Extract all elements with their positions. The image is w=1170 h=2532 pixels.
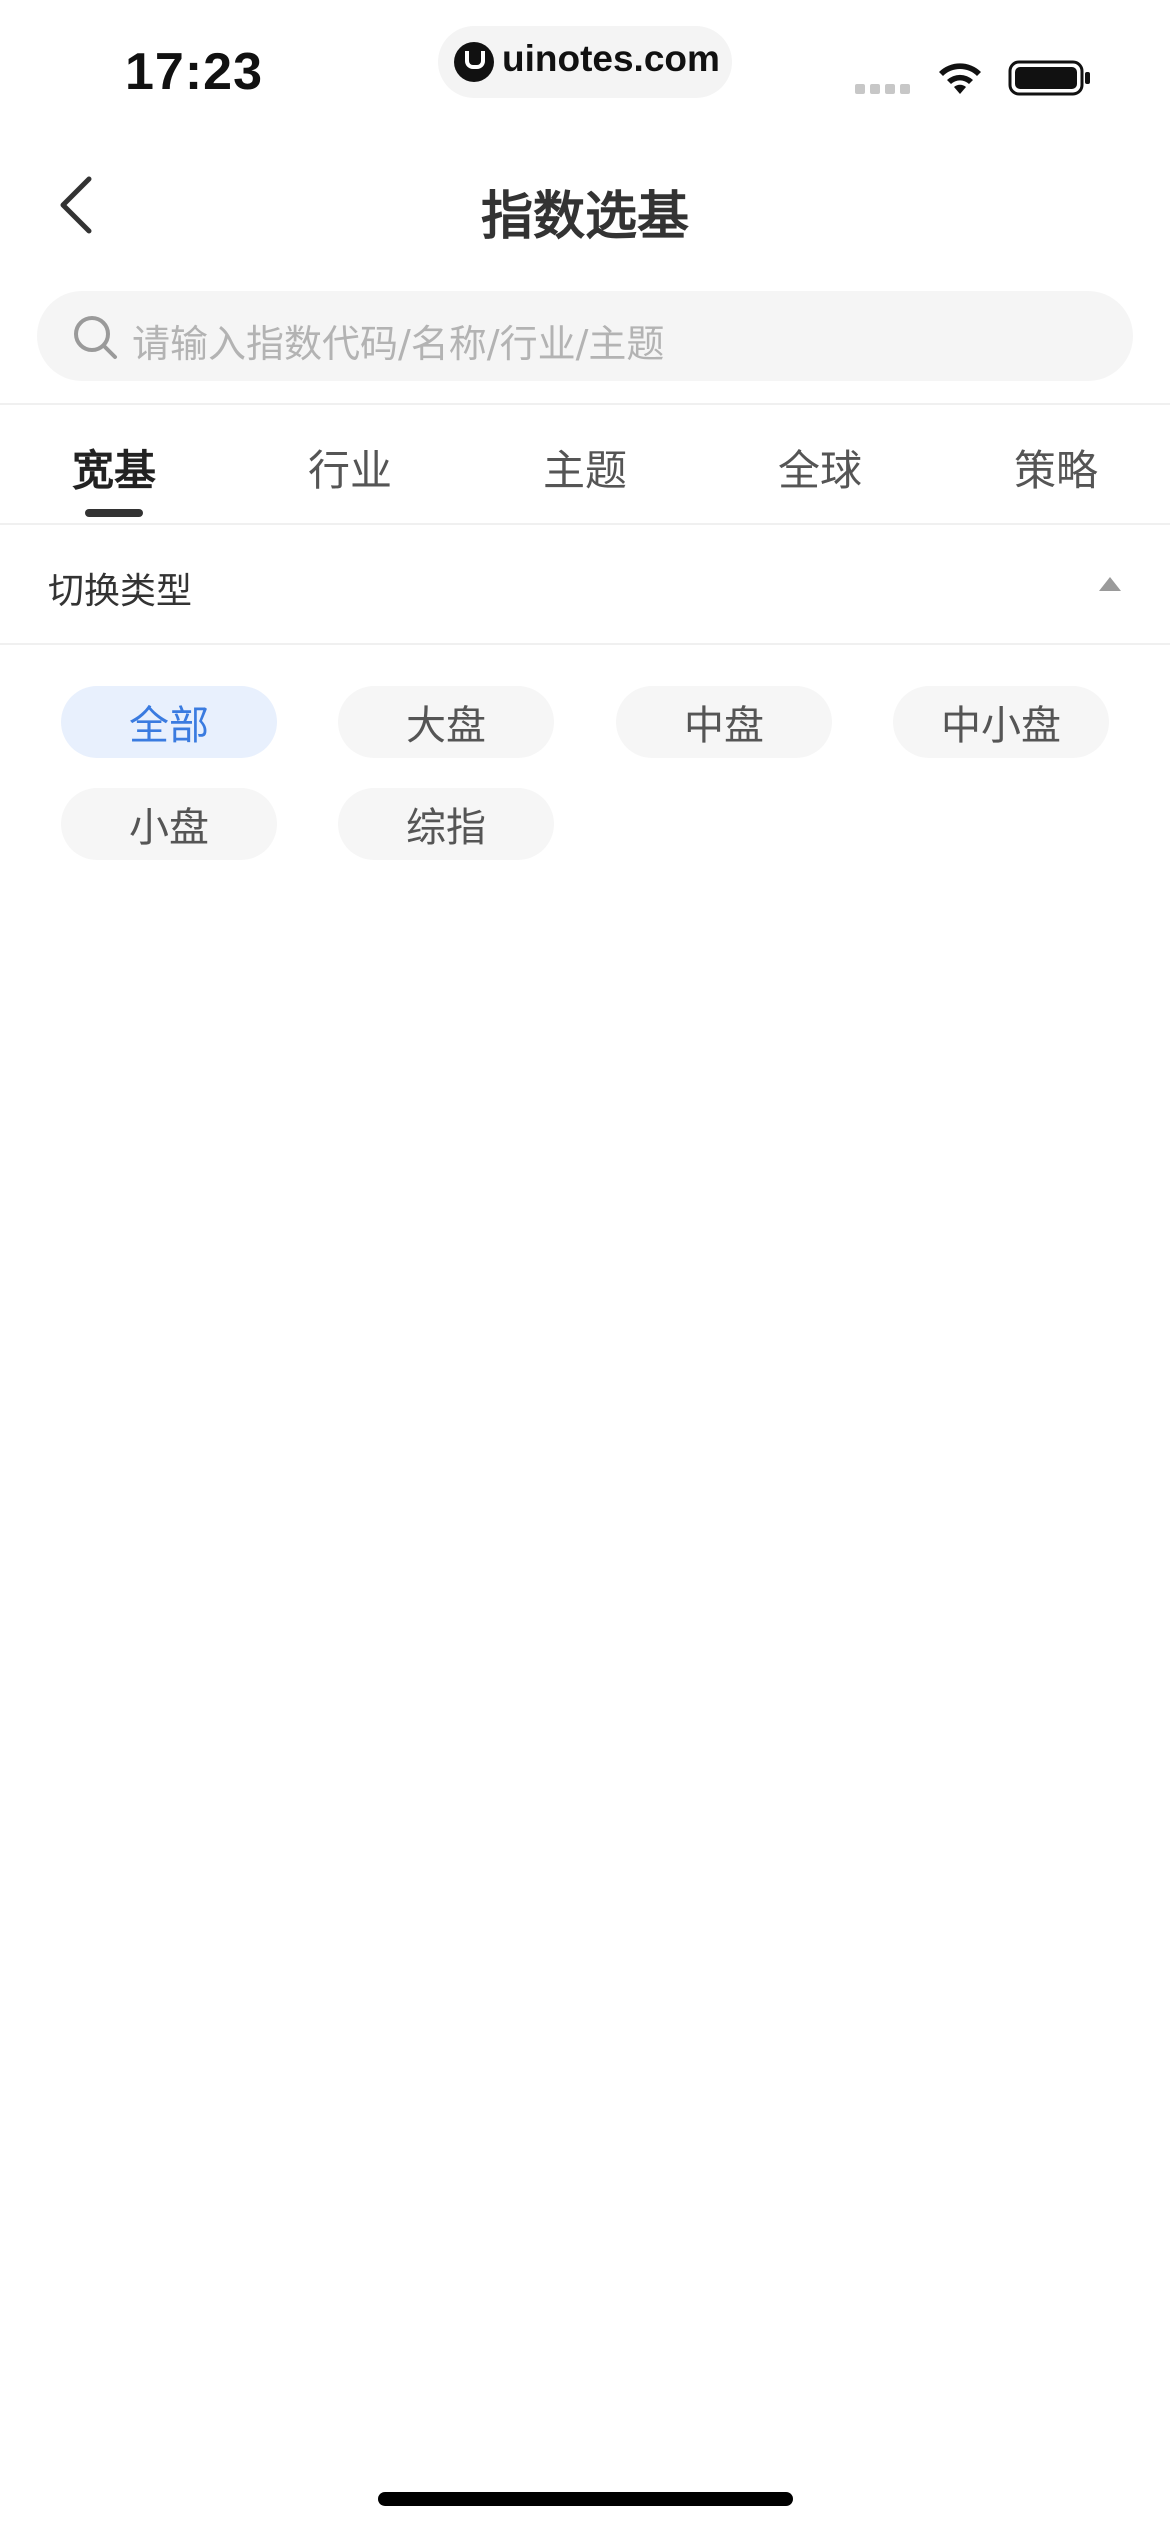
- chip-large-cap[interactable]: 大盘: [338, 686, 554, 758]
- cellular-signal-icon: [855, 84, 910, 94]
- chip-small-mid-cap[interactable]: 中小盘: [893, 686, 1109, 758]
- collapse-toggle[interactable]: [1090, 569, 1130, 599]
- search-icon: [74, 316, 117, 359]
- tab-strategy[interactable]: 策略: [976, 437, 1136, 498]
- status-bar: 17:23 uinotes.com: [0, 0, 1170, 150]
- type-switch-label: 切换类型: [48, 571, 193, 612]
- chip-all[interactable]: 全部: [61, 686, 277, 758]
- type-switch-row[interactable]: 切换类型: [0, 525, 1170, 643]
- watermark-text: uinotes.com: [502, 38, 720, 79]
- battery-icon: [1008, 60, 1090, 96]
- search-placeholder: 请输入指数代码/名称/行业/主题: [132, 322, 665, 366]
- active-tab-indicator: [85, 509, 143, 517]
- category-tabs: 宽基 行业 主题 全球 策略: [0, 405, 1170, 523]
- tab-theme[interactable]: 主题: [505, 437, 665, 498]
- page-title: 指数选基: [480, 187, 689, 247]
- search-input[interactable]: 请输入指数代码/名称/行业/主题: [37, 291, 1133, 381]
- divider: [0, 643, 1170, 645]
- chip-composite[interactable]: 综指: [338, 788, 554, 860]
- tab-global[interactable]: 全球: [740, 437, 900, 498]
- home-indicator: [378, 2492, 793, 2506]
- tab-broad-base[interactable]: 宽基: [34, 437, 194, 498]
- tab-industry[interactable]: 行业: [270, 437, 430, 498]
- chip-small-cap[interactable]: 小盘: [61, 788, 277, 860]
- watermark-badge: uinotes.com: [438, 26, 732, 98]
- watermark-logo-icon: [454, 42, 494, 82]
- chip-mid-cap[interactable]: 中盘: [616, 686, 832, 758]
- triangle-up-icon: [1099, 577, 1121, 591]
- wifi-icon: [939, 63, 981, 94]
- status-time: 17:23: [125, 43, 263, 101]
- nav-bar: 指数选基: [0, 150, 1170, 265]
